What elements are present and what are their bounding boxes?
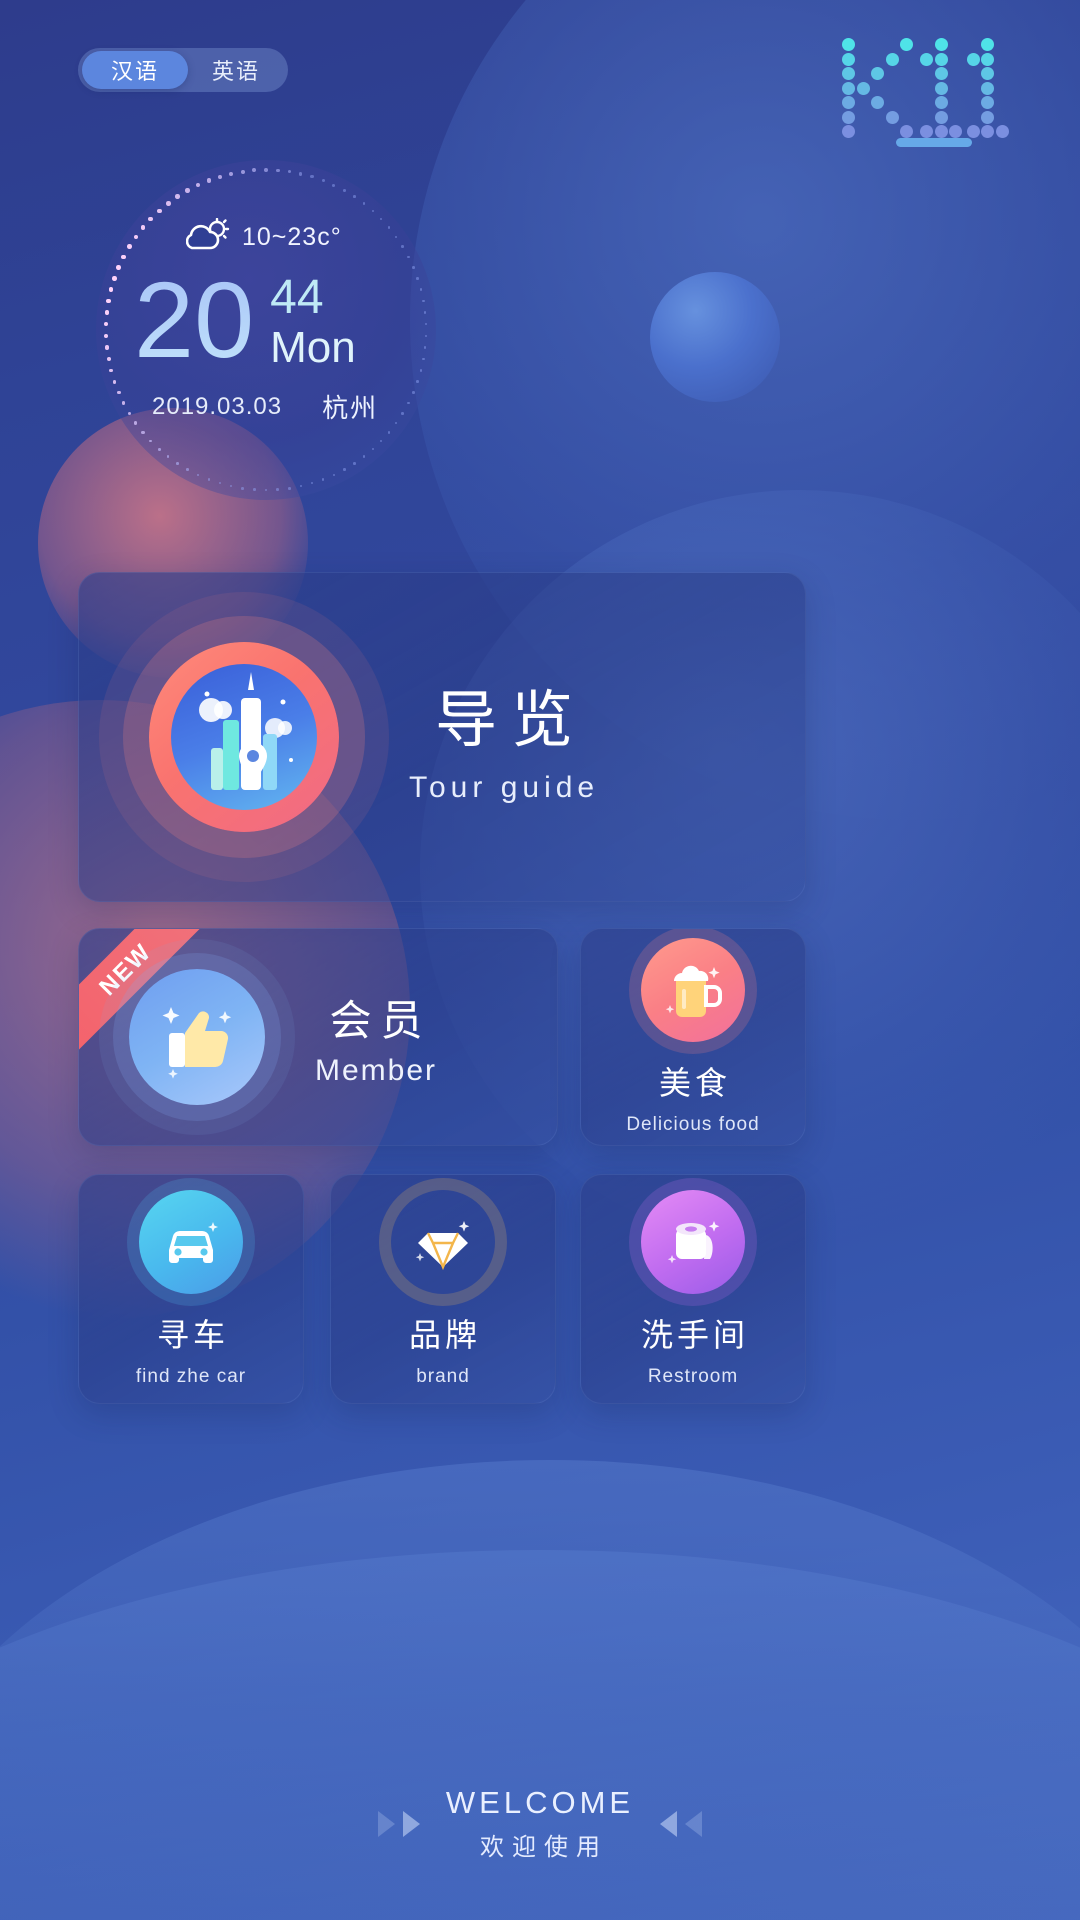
sun-behind-cloud-icon: [185, 217, 230, 257]
footer: WELCOME 欢迎使用: [0, 1785, 1080, 1862]
tour-guide-text: 导览 Tour guide: [409, 669, 599, 805]
restroom-title-en: Restroom: [647, 1366, 739, 1387]
diamond-icon: [391, 1190, 495, 1294]
card-brand[interactable]: 品牌 brand: [330, 1174, 556, 1404]
member-icon-wrap: [79, 969, 315, 1105]
language-chinese-label: 汉语: [110, 59, 159, 84]
footer-arrows-right: [660, 1810, 703, 1837]
footer-arrows-left: [377, 1810, 420, 1837]
clock-city: 杭州: [322, 393, 379, 423]
city-skyline-location-pin-icon: [149, 642, 339, 832]
chevron-right-icon: [377, 1810, 395, 1837]
card-food[interactable]: 美食 Delicious food: [580, 928, 806, 1146]
language-english-label: 英语: [211, 59, 260, 84]
weather-temperature: 10~23c°: [242, 223, 342, 251]
language-switch[interactable]: 汉语 英语: [78, 48, 288, 92]
footer-welcome: WELCOME 欢迎使用: [446, 1785, 634, 1862]
clock-weather-widget[interactable]: 10~23c° 20 44 Mon 2019.03.03 杭州: [96, 160, 436, 500]
restroom-title-cn: 洗手间: [640, 1317, 749, 1353]
language-option-english[interactable]: 英语: [188, 51, 284, 89]
k11-logo: [842, 38, 1009, 148]
toilet-paper-roll-icon: [641, 1190, 745, 1294]
chevron-left-icon: [660, 1810, 678, 1837]
clock-date: 2019.03.03: [152, 392, 283, 420]
card-restroom[interactable]: 洗手间 Restroom: [580, 1174, 806, 1404]
find-car-title-en: find zhe car: [135, 1366, 247, 1387]
card-member[interactable]: NEW 会员 Member: [78, 928, 558, 1146]
language-option-chinese[interactable]: 汉语: [82, 51, 188, 89]
brand-title-en: brand: [416, 1366, 470, 1387]
clock-weekday: Mon: [270, 323, 356, 372]
brand-title-cn: 品牌: [408, 1317, 481, 1353]
chevron-left-icon: [685, 1810, 703, 1837]
card-find-car[interactable]: 寻车 find zhe car: [78, 1174, 304, 1404]
tour-guide-title-cn: 导览: [435, 686, 588, 755]
background-sphere: [650, 272, 780, 402]
footer-welcome-en: WELCOME: [445, 1785, 635, 1820]
clock-footer: 2019.03.03 杭州: [152, 388, 378, 425]
food-title-en: Delicious food: [626, 1114, 760, 1135]
beer-mug-icon: [641, 938, 745, 1042]
clock-hour: 20: [134, 259, 255, 380]
clock-minute: 44: [270, 271, 324, 324]
member-title-cn: 会员: [329, 996, 432, 1044]
member-title-en: Member: [315, 1053, 438, 1087]
weather-row: 10~23c°: [185, 217, 342, 257]
food-title-cn: 美食: [658, 1065, 731, 1101]
footer-welcome-cn: 欢迎使用: [480, 1834, 608, 1861]
chevron-right-icon: [402, 1810, 420, 1837]
find-car-title-cn: 寻车: [156, 1317, 229, 1353]
k11-logo-dots: [842, 38, 1009, 148]
tour-guide-icon-wrap: [79, 642, 409, 832]
car-icon: [139, 1190, 243, 1294]
tour-guide-title-en: Tour guide: [409, 771, 600, 804]
thumbs-up-icon: [129, 969, 265, 1105]
clock-time: 20 44 Mon: [134, 259, 356, 380]
k11-logo-underline: [896, 138, 972, 147]
member-text: 会员 Member: [315, 987, 437, 1088]
card-tour-guide[interactable]: 导览 Tour guide: [78, 572, 806, 902]
